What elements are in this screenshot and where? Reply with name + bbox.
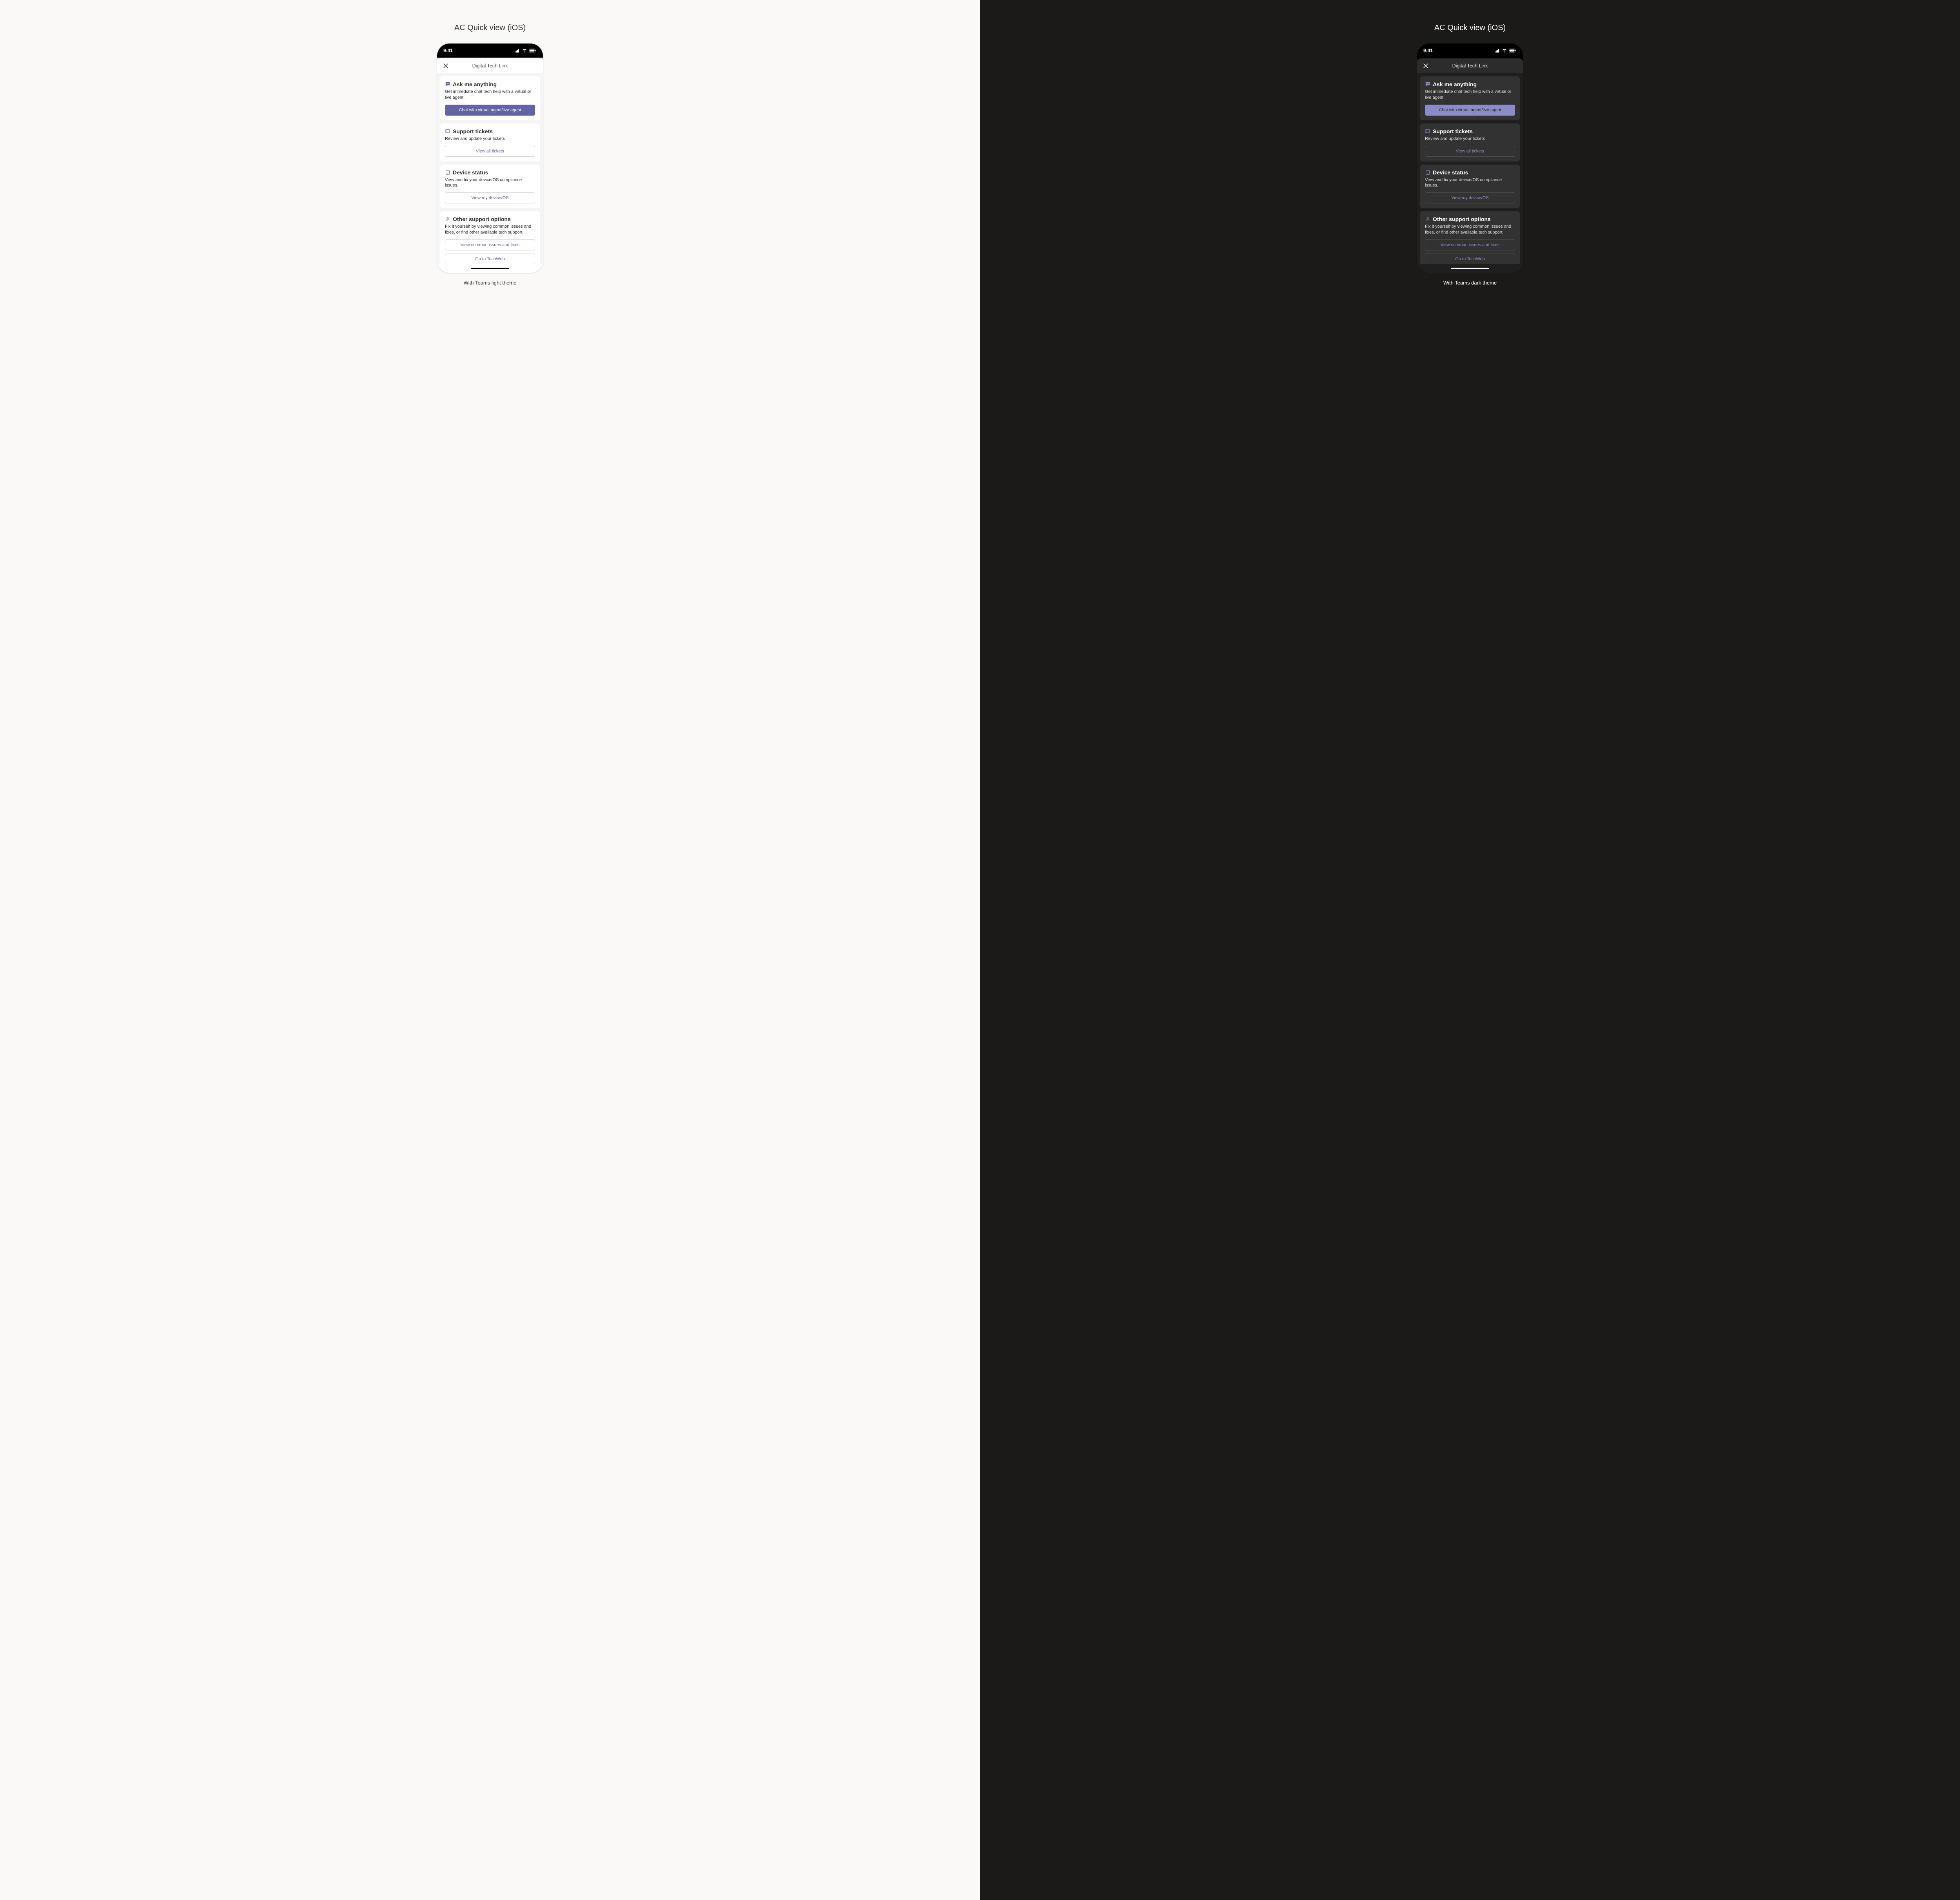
card: Other support options Fix it yourself by … [440, 211, 540, 264]
card-title: Ask me anything [453, 81, 497, 87]
card-header: Device status [1425, 169, 1515, 176]
view-device-button[interactable]: View my device/OS [1425, 192, 1515, 203]
support-icon [1425, 216, 1430, 222]
wifi-icon [1502, 49, 1507, 53]
card-header: Support tickets [445, 128, 535, 134]
card-desc: View and fix your device/OS compliance i… [1425, 177, 1515, 189]
card: Ask me anything Get immediate chat tech h… [1420, 76, 1520, 120]
view-issues-button[interactable]: View common issues and fixes [1425, 239, 1515, 250]
close-icon [443, 63, 448, 69]
home-bar [1451, 268, 1489, 269]
card-desc: Fix it yourself by viewing common issues… [445, 224, 535, 236]
card-title: Other support options [1433, 216, 1491, 222]
device-icon [445, 170, 450, 175]
ticket-icon [1425, 129, 1430, 134]
light-theme-panel: AC Quick view (iOS) 9:41 Digital Tech Li… [0, 0, 980, 1900]
card-desc: Get immediate chat tech help with a virt… [445, 89, 535, 101]
close-button[interactable] [1422, 62, 1430, 70]
sheet-header: Digital Tech Link [1417, 58, 1523, 73]
card-list-light[interactable]: Ask me anything Get immediate chat tech h… [437, 73, 543, 264]
status-bar: 9:41 [437, 44, 543, 58]
close-icon [1423, 63, 1428, 69]
techweb-button[interactable]: Go to TechWeb [445, 254, 535, 264]
cellular-icon [1495, 49, 1500, 53]
status-bar: 9:41 [1417, 44, 1523, 58]
techweb-button[interactable]: Go to TechWeb [1425, 254, 1515, 264]
ticket-icon [445, 129, 450, 134]
view-issues-button[interactable]: View common issues and fixes [445, 239, 535, 250]
view-device-button[interactable]: View my device/OS [445, 192, 535, 203]
status-indicators [1495, 49, 1517, 53]
card: Device statusView and fix your device/OS… [1420, 165, 1520, 208]
status-indicators [515, 49, 537, 53]
home-bar [471, 268, 509, 269]
panel-title: AC Quick view (iOS) [1434, 24, 1506, 33]
panel-title: AC Quick view (iOS) [454, 24, 526, 33]
view-tickets-button[interactable]: View all tickets [1425, 146, 1515, 157]
card: Device statusView and fix your device/OS… [440, 165, 540, 208]
phone-mock-dark: 9:41 Digital Tech Link Ask me anything Ge… [1417, 44, 1523, 273]
status-time: 9:41 [443, 48, 453, 53]
card-desc: Review and update your tickets [1425, 136, 1515, 142]
card: Support tickets Review and update your ti… [440, 123, 540, 161]
card-desc: Review and update your tickets [445, 136, 535, 142]
close-button[interactable] [442, 62, 450, 70]
card-title: Ask me anything [1433, 81, 1477, 87]
card-title: Device status [1433, 169, 1468, 176]
card: Support tickets Review and update your ti… [1420, 123, 1520, 161]
chat-icon [445, 82, 450, 87]
card: Ask me anything Get immediate chat tech h… [440, 76, 540, 120]
status-time: 9:41 [1423, 48, 1433, 53]
battery-icon [1509, 49, 1517, 53]
card: Other support options Fix it yourself by … [1420, 211, 1520, 264]
card-header: Other support options [445, 216, 535, 222]
device-icon [1425, 170, 1430, 175]
phone-mock-light: 9:41 Digital Tech Link Ask me anything Ge… [437, 44, 543, 273]
view-tickets-button[interactable]: View all tickets [445, 146, 535, 157]
card-header: Ask me anything [1425, 81, 1515, 87]
chat-icon [1425, 82, 1430, 87]
dark-theme-panel: AC Quick view (iOS) 9:41 Digital Tech Li… [980, 0, 1960, 1900]
card-desc: Get immediate chat tech help with a virt… [1425, 89, 1515, 101]
dark-caption: With Teams dark theme [1443, 280, 1497, 286]
sheet-title: Digital Tech Link [1452, 63, 1488, 69]
card-desc: View and fix your device/OS compliance i… [445, 177, 535, 189]
card-header: Other support options [1425, 216, 1515, 222]
card-title: Device status [453, 169, 488, 176]
cellular-icon [515, 49, 520, 53]
battery-icon [529, 49, 537, 53]
chat-agent-button[interactable]: Chat with virtual agent/live agent [445, 105, 535, 116]
chat-agent-button[interactable]: Chat with virtual agent/live agent [1425, 105, 1515, 116]
card-title: Other support options [453, 216, 511, 222]
card-list-dark[interactable]: Ask me anything Get immediate chat tech h… [1417, 73, 1523, 264]
light-caption: With Teams light theme [464, 280, 517, 286]
card-header: Ask me anything [445, 81, 535, 87]
support-icon [445, 216, 450, 222]
card-header: Device status [445, 169, 535, 176]
wifi-icon [522, 49, 527, 53]
home-indicator[interactable] [1417, 264, 1523, 273]
card-desc: Fix it yourself by viewing common issues… [1425, 224, 1515, 236]
home-indicator[interactable] [437, 264, 543, 273]
sheet-header: Digital Tech Link [437, 58, 543, 73]
sheet-title: Digital Tech Link [472, 63, 508, 69]
card-header: Support tickets [1425, 128, 1515, 134]
card-title: Support tickets [453, 128, 493, 134]
card-title: Support tickets [1433, 128, 1473, 134]
